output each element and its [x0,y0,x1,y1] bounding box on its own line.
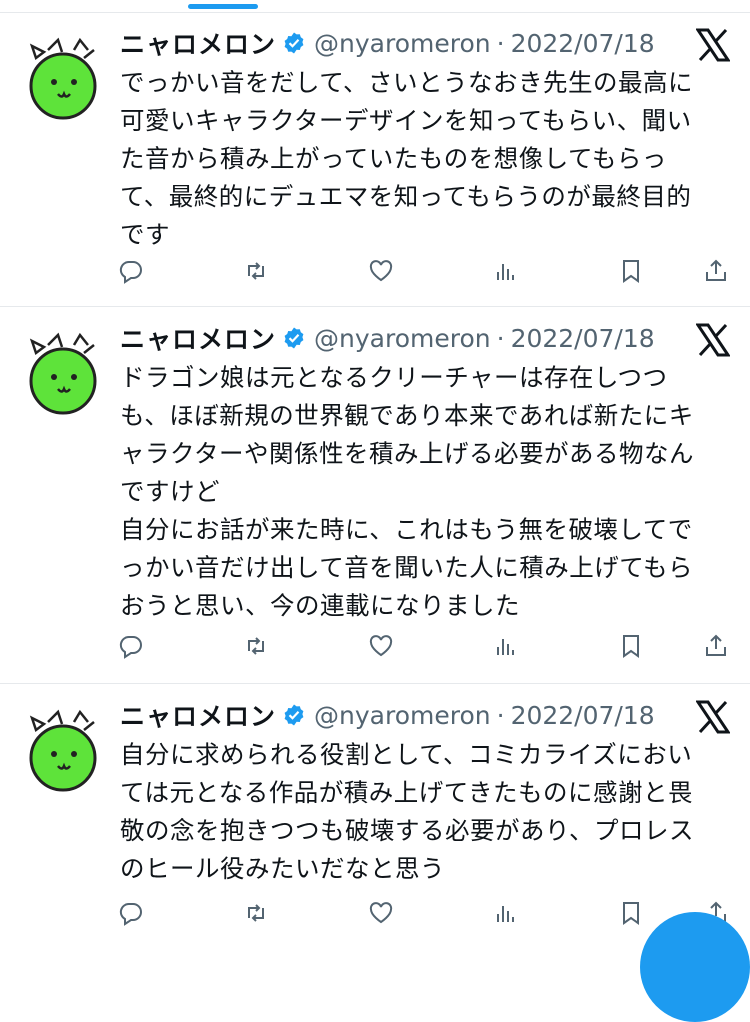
tweet-date[interactable]: 2022/07/18 [511,701,655,730]
retweet-icon [248,637,264,655]
tweet-date[interactable]: 2022/07/18 [511,324,655,353]
tweet-actions [0,898,750,938]
bookmark-icon [623,260,639,283]
tweet[interactable]: ニャロメロン @nyaromeron · 2022/07/18 自分に求められる… [0,684,750,949]
bookmark-button[interactable] [616,898,646,928]
tweet-text-line: ては元となる作品が積み上げてきたものに感謝と畏 [120,778,694,807]
views-icon [497,906,514,922]
reply-icon [119,635,142,659]
author-handle[interactable]: @nyaromeron [314,324,491,353]
views-button[interactable] [491,256,521,286]
avatar[interactable] [18,36,104,122]
share-button[interactable] [701,631,731,661]
tweet-text-line: です [120,220,170,249]
avatar[interactable] [18,708,104,794]
tweet-text-line: おうと思い、今の連載になりました [120,591,520,620]
tweet-text-line: ですけど [120,477,220,506]
active-tab-bar [188,4,258,9]
separator-dot: · [496,323,505,353]
tweet-text-line: 自分にお話が来た時に、これはもう無を破壊してで [120,515,693,544]
views-button[interactable] [491,898,521,928]
like-button[interactable] [366,898,396,928]
author-handle[interactable]: @nyaromeron [314,701,491,730]
reply-button[interactable] [116,256,146,286]
tweet-text-line: 自分に求められる役割として、コミカライズにおい [120,740,693,769]
share-icon [706,634,726,656]
like-button[interactable] [366,256,396,286]
tweet-text-line: も、ほぼ新規の世界観であり本来であれば新たにキ [120,401,694,430]
separator-dot: · [496,700,505,730]
author-name[interactable]: ニャロメロン [120,25,276,61]
share-icon [706,259,726,281]
tweet-text-line: ドラゴン娘は元となるクリーチャーは存在しつつ [120,363,668,392]
x-logo-icon [696,700,730,734]
tweet-actions [0,256,750,296]
tweet-text-line: て、最終的にデュエマを知ってもらうのが最終目的 [120,182,692,211]
x-logo-icon [696,323,730,357]
author-name[interactable]: ニャロメロン [120,320,276,356]
reply-button[interactable] [116,898,146,928]
verified-badge-icon [284,32,304,54]
tweet[interactable]: ニャロメロン @nyaromeron · 2022/07/18 ドラゴン娘は元と… [0,307,750,684]
tweet-text-line: でっかい音をだして、さいとうなおき先生の最高に [120,68,694,97]
bookmark-icon [623,635,639,658]
retweet-icon [248,904,264,922]
tweet-text-line: のヒール役みたいだなと思う [120,854,445,883]
tweet-text: 自分に求められる役割として、コミカライズにおい ては元となる作品が積み上げてきた… [120,736,730,888]
author-handle[interactable]: @nyaromeron [314,29,491,58]
tweet-text: ドラゴン娘は元となるクリーチャーは存在しつつ も、ほぼ新規の世界観であり本来であ… [120,359,730,625]
like-button[interactable] [366,631,396,661]
verified-badge-icon [284,327,304,349]
tweet-text-line: た音から積み上がっていたものを想像してもらっ [120,144,667,173]
views-button[interactable] [491,631,521,661]
separator-dot: · [496,28,505,58]
bookmark-button[interactable] [616,256,646,286]
author-name[interactable]: ニャロメロン [120,697,276,733]
reply-icon [119,902,142,926]
reply-button[interactable] [116,631,146,661]
tweet-text-line: 可愛いキャラクターデザインを知ってもらい、聞い [120,106,692,135]
retweet-button[interactable] [241,898,271,928]
retweet-icon [248,262,264,280]
like-icon [369,902,393,924]
like-icon [369,260,393,282]
like-icon [369,635,393,657]
tweet-actions [0,631,750,671]
views-icon [497,639,514,655]
tweet[interactable]: ニャロメロン @nyaromeron · 2022/07/18 でっかい音をだし… [0,12,750,307]
retweet-button[interactable] [241,256,271,286]
reply-icon [119,260,142,284]
views-icon [497,264,514,280]
tweet-text: でっかい音をだして、さいとうなおき先生の最高に 可愛いキャラクターデザインを知っ… [120,64,730,254]
retweet-button[interactable] [241,631,271,661]
bookmark-icon [623,902,639,925]
tweet-text-line: ャラクターや関係性を積み上げる必要がある物なん [120,439,695,468]
x-logo-icon [696,28,730,62]
share-button[interactable] [701,256,731,286]
compose-fab-button[interactable] [640,912,750,1022]
bookmark-button[interactable] [616,631,646,661]
verified-badge-icon [284,704,304,726]
tweet-date[interactable]: 2022/07/18 [511,29,655,58]
avatar[interactable] [18,331,104,417]
tweet-text-line: っかい音だけ出して音を聞いた人に積み上げてもら [120,553,694,582]
tweet-text-line: 敬の念を抱きつつも破壊する必要があり、プロレス [120,816,695,845]
